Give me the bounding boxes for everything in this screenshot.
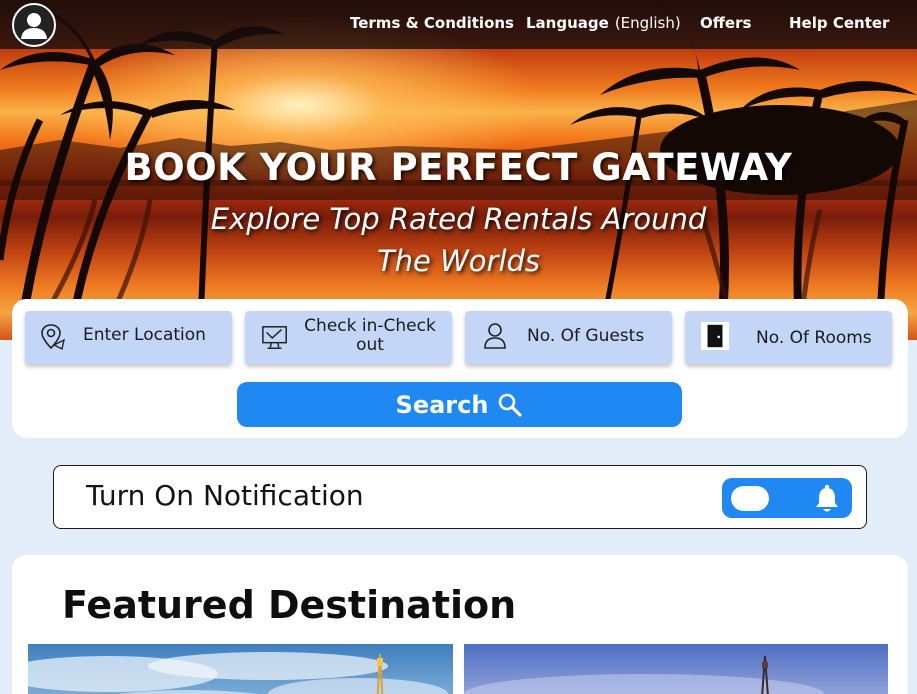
hero-subtitle-line1: Explore Top Rated Rentals Around	[210, 202, 707, 236]
search-icon	[499, 393, 523, 417]
hero-banner: BOOK YOUR PERFECT GATEWAY Explore Top Ra…	[0, 0, 917, 340]
rooms-field[interactable]: No. Of Rooms	[685, 311, 892, 364]
notification-toggle[interactable]	[722, 478, 852, 518]
bell-icon	[816, 484, 838, 512]
featured-title: Featured Destination	[62, 583, 517, 627]
notification-card: Turn On Notification	[53, 465, 867, 529]
location-field[interactable]: Enter Location	[25, 311, 232, 364]
checkin-label-line1: Check in-Check	[304, 316, 436, 336]
guests-label: No. Of Guests	[527, 326, 645, 346]
search-button-label: Search	[395, 390, 489, 419]
nav-terms-link[interactable]: Terms & Conditions	[350, 14, 514, 32]
user-avatar-icon[interactable]	[12, 3, 56, 47]
monitor-check-icon	[262, 326, 287, 350]
nav-language-selector[interactable]: Language (English)	[526, 14, 681, 32]
nav-help-center-link[interactable]: Help Center	[789, 14, 889, 32]
door-icon	[701, 322, 729, 350]
hero-subtitle: Explore Top Rated Rentals Around The Wor…	[0, 198, 917, 282]
destination-card-2-image[interactable]	[464, 644, 888, 694]
nav-language-value: (English)	[614, 14, 681, 32]
notification-label: Turn On Notification	[86, 479, 364, 512]
location-label: Enter Location	[83, 325, 206, 345]
toggle-knob	[731, 486, 769, 511]
hero-title: BOOK YOUR PERFECT GATEWAY	[124, 146, 793, 189]
hero-subtitle-line2: The Worlds	[376, 244, 541, 278]
featured-destination-section: Featured Destination	[12, 555, 908, 694]
checkin-checkout-field[interactable]: Check in-Check out	[245, 311, 452, 364]
search-button[interactable]: Search	[237, 382, 682, 427]
checkin-label-line2: out	[356, 335, 384, 355]
guests-field[interactable]: No. Of Guests	[465, 311, 672, 364]
checkin-checkout-label: Check in-Check out	[301, 317, 439, 355]
rooms-label: No. Of Rooms	[756, 328, 872, 348]
destination-card-1-image[interactable]	[28, 644, 453, 694]
nav-offers-link[interactable]: Offers	[700, 14, 751, 32]
top-navigation-bar: Terms & Conditions Language (English) Off…	[0, 0, 917, 49]
search-panel: Enter Location Check in-Check out No. Of…	[12, 299, 908, 438]
location-pin-icon	[41, 324, 66, 351]
person-icon	[484, 323, 506, 349]
nav-language-label: Language	[526, 14, 609, 32]
